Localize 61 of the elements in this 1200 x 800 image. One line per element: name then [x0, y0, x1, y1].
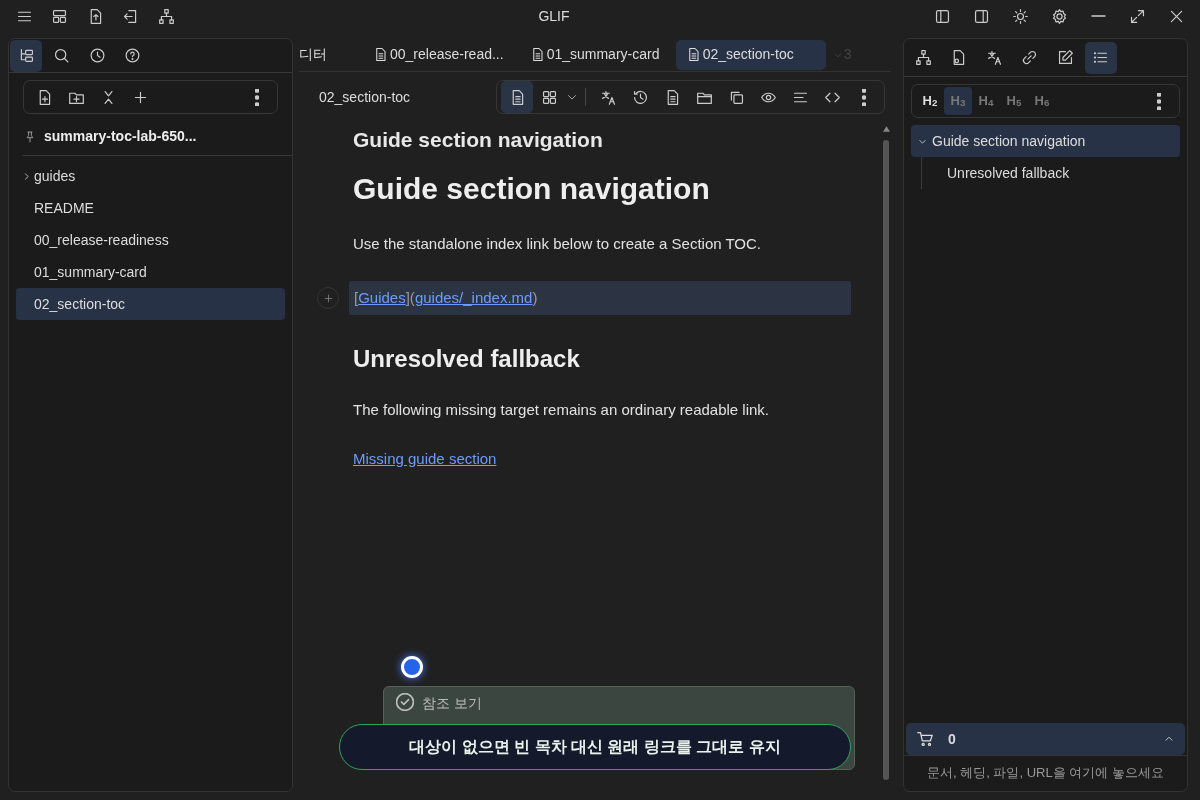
cart-count: 0 [948, 729, 956, 749]
more-icon [1157, 92, 1161, 110]
help-icon [124, 47, 141, 64]
drop-hint: 문서, 헤딩, 파일, URL을 여기에 놓으세요 [927, 765, 1164, 780]
window-title: GLIF [538, 7, 570, 24]
settings-icon [1050, 7, 1068, 25]
editor-tab[interactable]: 02_section-toc [675, 39, 826, 70]
outline-item[interactable]: Unresolved fallback [941, 157, 1180, 189]
hierarchy-icon [157, 7, 175, 25]
hierarchy-icon [914, 49, 932, 66]
heading-level-button[interactable]: H$_{4}$ [972, 87, 1000, 115]
grid-view-icon [540, 88, 558, 106]
heading-level-button[interactable]: H$_{2}$ [916, 87, 944, 115]
edit-icon [1056, 49, 1074, 66]
check-icon [396, 693, 414, 711]
outline-item[interactable]: Guide section navigation [911, 125, 1180, 157]
file-item[interactable]: 01_summary-card [16, 256, 285, 288]
more-icon [255, 88, 259, 106]
file-name: 02_section-toc [319, 87, 411, 107]
right-sidebar-icon [972, 7, 990, 25]
translate-icon [985, 49, 1003, 66]
import-icon [122, 7, 139, 25]
scroll-up-icon[interactable] [882, 126, 890, 132]
panel-title: 참조 보기 [422, 694, 482, 713]
heading-level-button[interactable]: H$_{6}$ [1028, 87, 1056, 115]
translate-icon [599, 88, 617, 106]
file-item[interactable]: 00_release-readiness [16, 224, 285, 256]
editor-tab[interactable]: 00_release-read... [363, 39, 514, 70]
link-icon [1021, 49, 1038, 66]
document-title: Guide section navigation [353, 127, 604, 153]
search-icon [53, 47, 70, 64]
outline-tab[interactable] [1084, 41, 1117, 74]
layout-icon [51, 7, 68, 25]
link[interactable]: Missing guide section [353, 449, 497, 467]
plus-icon [322, 292, 334, 304]
history-icon [631, 88, 649, 106]
subheading: Unresolved fallback [353, 344, 581, 374]
toast-message: 대상이 없으면 빈 목차 대신 원래 링크를 그대로 유지 [339, 724, 851, 770]
outline-icon [1092, 49, 1109, 66]
minimize-icon [1090, 15, 1106, 17]
paragraph: Use the standalone index link below to create a Section TOC. [353, 233, 763, 254]
editor-tab[interactable]: 디터 [299, 39, 337, 70]
cart-bar[interactable]: 0 [906, 723, 1185, 755]
heading: Guide section navigation [353, 170, 711, 207]
document-icon [373, 47, 388, 62]
heading-level-button[interactable]: H$_{5}$ [1000, 87, 1028, 115]
folder-item[interactable]: guides [16, 160, 285, 192]
paragraph: The following missing target remains an ordinary readable link. [353, 400, 771, 420]
left-sidebar-icon [933, 7, 951, 25]
theme-icon [1011, 7, 1029, 25]
document-view-button[interactable] [501, 81, 533, 113]
editor-tab[interactable]: 01_summary-card [519, 39, 670, 70]
file-item[interactable]: README [16, 192, 285, 224]
more-icon [862, 88, 866, 106]
file-tree-tab[interactable] [10, 39, 42, 72]
file-item[interactable]: 02_section-toc [16, 288, 285, 320]
pointer-dot [401, 656, 423, 678]
cart-icon [916, 730, 934, 748]
workspace-name: summary-toc-lab-650... [44, 127, 197, 146]
maximize-icon [1128, 7, 1146, 25]
history-icon [88, 47, 106, 64]
